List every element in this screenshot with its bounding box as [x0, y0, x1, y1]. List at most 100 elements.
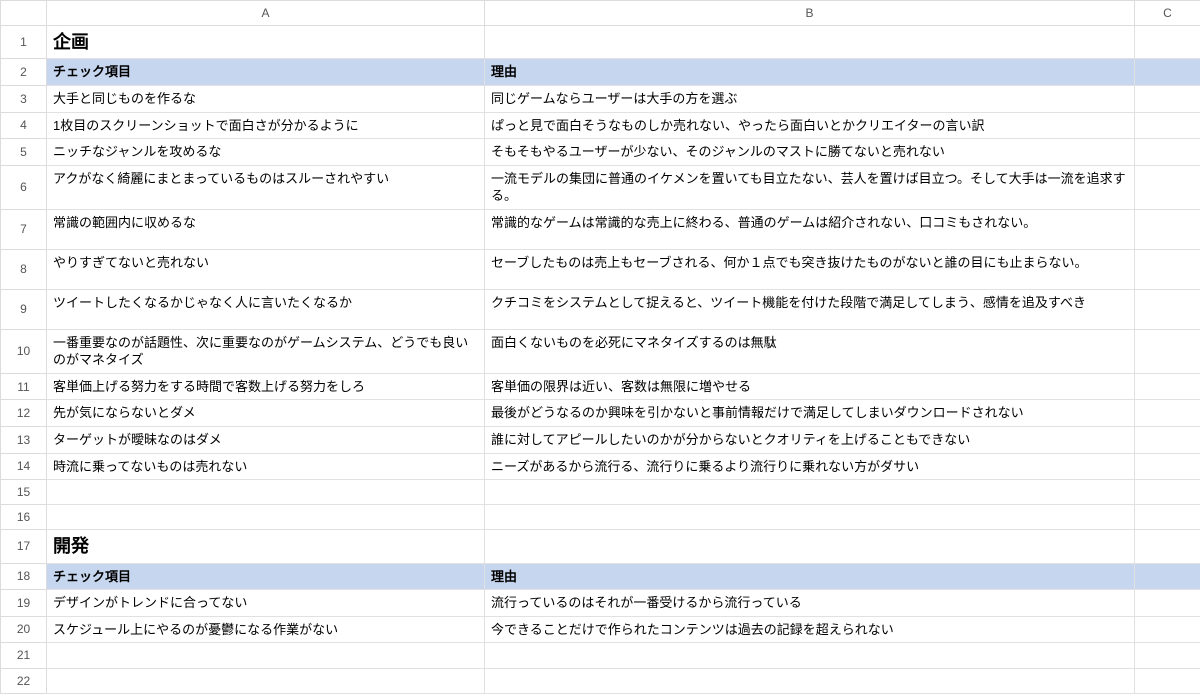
row-header[interactable]: 12 — [1, 400, 47, 427]
cell[interactable] — [1135, 59, 1200, 86]
subheader-cell[interactable]: 理由 — [485, 59, 1135, 86]
row: 1企画 — [1, 26, 1200, 59]
cell[interactable]: 今できることだけで作られたコンテンツは過去の記録を超えられない — [485, 616, 1135, 643]
cell[interactable]: デザインがトレンドに合ってない — [47, 590, 485, 617]
cell[interactable] — [1135, 643, 1200, 668]
cell[interactable] — [485, 530, 1135, 563]
cell[interactable] — [1135, 139, 1200, 166]
cell[interactable] — [1135, 26, 1200, 59]
row: 20スケジュール上にやるのが憂鬱になる作業がない今できることだけで作られたコンテ… — [1, 616, 1200, 643]
cell[interactable]: 時流に乗ってないものは売れない — [47, 453, 485, 480]
cell[interactable] — [1135, 329, 1200, 373]
cell[interactable]: そもそもやるユーザーが少ない、そのジャンルのマストに勝てないと売れない — [485, 139, 1135, 166]
row: 17開発 — [1, 530, 1200, 563]
column-header-A[interactable]: A — [47, 1, 485, 26]
cell[interactable]: ターゲットが曖昧なのはダメ — [47, 426, 485, 453]
row-header[interactable]: 6 — [1, 165, 47, 209]
cell[interactable]: 面白くないものを必死にマネタイズするのは無駄 — [485, 329, 1135, 373]
cell[interactable] — [1135, 249, 1200, 289]
cell[interactable]: 一番重要なのが話題性、次に重要なのがゲームシステム、どうでも良いのがマネタイズ — [47, 329, 485, 373]
row-header[interactable]: 8 — [1, 249, 47, 289]
subheader-cell[interactable]: チェック項目 — [47, 59, 485, 86]
row-header[interactable]: 17 — [1, 530, 47, 563]
cell[interactable] — [485, 668, 1135, 693]
cell[interactable] — [1135, 563, 1200, 590]
cell[interactable]: 客単価の限界は近い、客数は無限に増やせる — [485, 373, 1135, 400]
spreadsheet[interactable]: A B C 1企画2チェック項目理由3大手と同じものを作るな同じゲームならユーザ… — [0, 0, 1200, 694]
cell[interactable]: 流行っているのはそれが一番受けるから流行っている — [485, 590, 1135, 617]
cell[interactable] — [485, 26, 1135, 59]
section-title-cell[interactable]: 開発 — [47, 530, 485, 563]
row-header[interactable]: 19 — [1, 590, 47, 617]
cell[interactable]: 最後がどうなるのか興味を引かないと事前情報だけで満足してしまいダウンロードされな… — [485, 400, 1135, 427]
row-header[interactable]: 13 — [1, 426, 47, 453]
cell[interactable] — [1135, 668, 1200, 693]
row: 14時流に乗ってないものは売れないニーズがあるから流行る、流行りに乗るより流行り… — [1, 453, 1200, 480]
cell[interactable]: アクがなく綺麗にまとまっているものはスルーされやすい — [47, 165, 485, 209]
row: 16 — [1, 505, 1200, 530]
row-header[interactable]: 2 — [1, 59, 47, 86]
cell[interactable]: 客単価上げる努力をする時間で客数上げる努力をしろ — [47, 373, 485, 400]
cell[interactable]: 大手と同じものを作るな — [47, 86, 485, 113]
cell[interactable] — [1135, 209, 1200, 249]
cell[interactable]: ぱっと見で面白そうなものしか売れない、やったら面白いとかクリエイターの言い訳 — [485, 112, 1135, 139]
row-header[interactable]: 3 — [1, 86, 47, 113]
cell[interactable] — [1135, 426, 1200, 453]
cell[interactable] — [47, 643, 485, 668]
section-title-cell[interactable]: 企画 — [47, 26, 485, 59]
row-header[interactable]: 10 — [1, 329, 47, 373]
row-header[interactable]: 7 — [1, 209, 47, 249]
row: 10一番重要なのが話題性、次に重要なのがゲームシステム、どうでも良いのがマネタイ… — [1, 329, 1200, 373]
row-header[interactable]: 14 — [1, 453, 47, 480]
cell[interactable] — [1135, 165, 1200, 209]
cell[interactable] — [47, 668, 485, 693]
cell[interactable] — [47, 480, 485, 505]
cell[interactable] — [1135, 590, 1200, 617]
cell[interactable] — [1135, 453, 1200, 480]
cell[interactable] — [485, 505, 1135, 530]
cell[interactable] — [1135, 112, 1200, 139]
column-header-B[interactable]: B — [485, 1, 1135, 26]
cell[interactable]: 一流モデルの集団に普通のイケメンを置いても目立たない、芸人を置けば目立つ。そして… — [485, 165, 1135, 209]
cell[interactable]: クチコミをシステムとして捉えると、ツイート機能を付けた段階で満足してしまう、感情… — [485, 289, 1135, 329]
cell[interactable]: 同じゲームならユーザーは大手の方を選ぶ — [485, 86, 1135, 113]
subheader-cell[interactable]: 理由 — [485, 563, 1135, 590]
cell[interactable] — [1135, 505, 1200, 530]
row: 41枚目のスクリーンショットで面白さが分かるようにぱっと見で面白そうなものしか売… — [1, 112, 1200, 139]
row-header[interactable]: 21 — [1, 643, 47, 668]
cell[interactable] — [1135, 480, 1200, 505]
cell[interactable]: 誰に対してアピールしたいのかが分からないとクオリティを上げることもできない — [485, 426, 1135, 453]
column-header-C[interactable]: C — [1135, 1, 1200, 26]
cell[interactable] — [47, 505, 485, 530]
cell[interactable]: スケジュール上にやるのが憂鬱になる作業がない — [47, 616, 485, 643]
cell[interactable]: やりすぎてないと売れない — [47, 249, 485, 289]
cell[interactable]: ニーズがあるから流行る、流行りに乗るより流行りに乗れない方がダサい — [485, 453, 1135, 480]
row-header[interactable]: 20 — [1, 616, 47, 643]
subheader-cell[interactable]: チェック項目 — [47, 563, 485, 590]
cell[interactable] — [1135, 400, 1200, 427]
row-header[interactable]: 1 — [1, 26, 47, 59]
cell[interactable] — [1135, 86, 1200, 113]
cell[interactable] — [1135, 530, 1200, 563]
cell[interactable] — [1135, 616, 1200, 643]
cell[interactable]: ツイートしたくなるかじゃなく人に言いたくなるか — [47, 289, 485, 329]
select-all-corner[interactable] — [1, 1, 47, 26]
row-header[interactable]: 4 — [1, 112, 47, 139]
row-header[interactable]: 22 — [1, 668, 47, 693]
cell[interactable]: 常識的なゲームは常識的な売上に終わる、普通のゲームは紹介されない、口コミもされな… — [485, 209, 1135, 249]
cell[interactable]: 先が気にならないとダメ — [47, 400, 485, 427]
row-header[interactable]: 9 — [1, 289, 47, 329]
row-header[interactable]: 11 — [1, 373, 47, 400]
cell[interactable]: 常識の範囲内に収めるな — [47, 209, 485, 249]
cell[interactable] — [485, 480, 1135, 505]
row-header[interactable]: 18 — [1, 563, 47, 590]
cell[interactable]: ニッチなジャンルを攻めるな — [47, 139, 485, 166]
cell[interactable]: 1枚目のスクリーンショットで面白さが分かるように — [47, 112, 485, 139]
cell[interactable] — [1135, 373, 1200, 400]
cell[interactable]: セーブしたものは売上もセーブされる、何か１点でも突き抜けたものがないと誰の目にも… — [485, 249, 1135, 289]
cell[interactable] — [485, 643, 1135, 668]
row-header[interactable]: 15 — [1, 480, 47, 505]
row-header[interactable]: 16 — [1, 505, 47, 530]
row-header[interactable]: 5 — [1, 139, 47, 166]
cell[interactable] — [1135, 289, 1200, 329]
